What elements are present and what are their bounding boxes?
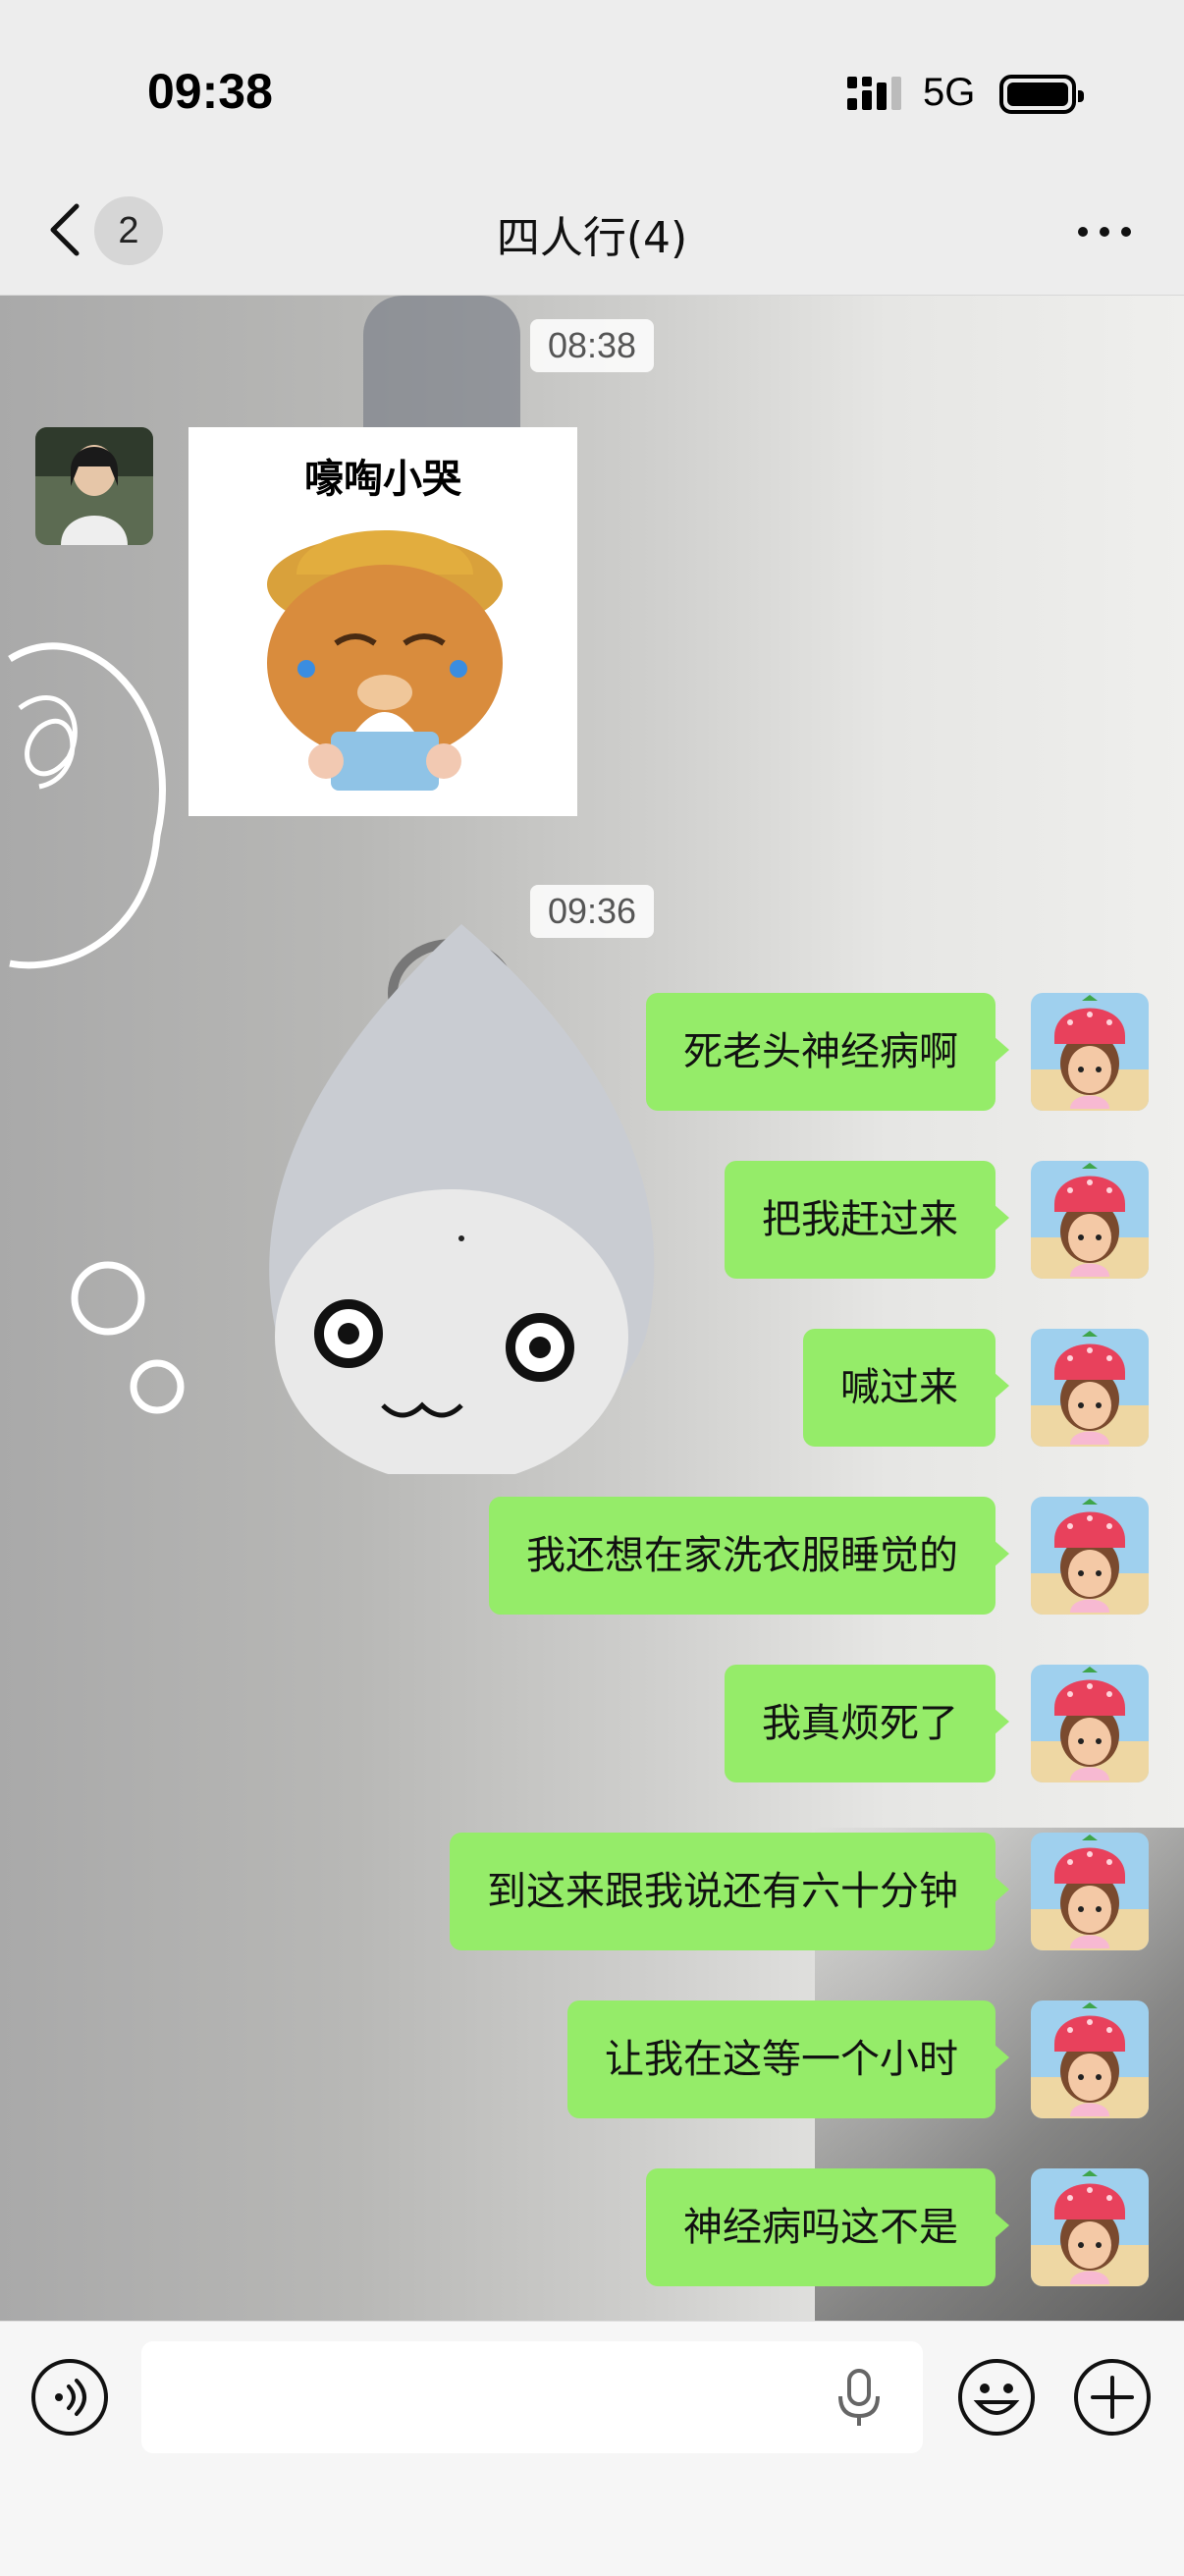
message-bubble[interactable]: 把我赶过来 bbox=[725, 1161, 1009, 1279]
message-timestamp: 09:36 bbox=[0, 885, 1184, 938]
cellular-signal-icon bbox=[847, 77, 901, 110]
more-actions-plus-icon[interactable] bbox=[1072, 2357, 1153, 2438]
message-bubble[interactable]: 我真烦死了 bbox=[725, 1665, 1009, 1782]
microphone-icon[interactable] bbox=[834, 2367, 884, 2430]
input-bar bbox=[0, 2321, 1184, 2576]
crying-cat-sticker-image bbox=[267, 530, 503, 791]
self-avatar[interactable] bbox=[1031, 993, 1149, 1111]
member-avatar[interactable] bbox=[35, 427, 153, 545]
status-bar: 09:38 5G bbox=[0, 0, 1184, 177]
self-avatar[interactable] bbox=[1031, 1329, 1149, 1447]
self-avatar[interactable] bbox=[1031, 1497, 1149, 1615]
more-options-icon[interactable] bbox=[1075, 220, 1134, 244]
chat-title: 四人行(4) bbox=[496, 213, 688, 263]
battery-icon bbox=[999, 75, 1084, 114]
chat-area[interactable]: 08:38 嚎啕小哭 09:36 死老头神经病啊 把我赶过来 喊过来 我还想在家… bbox=[0, 296, 1184, 2321]
network-type: 5G bbox=[923, 71, 976, 114]
self-avatar[interactable] bbox=[1031, 1833, 1149, 1950]
message-bubble[interactable]: 到这来跟我说还有六十分钟 bbox=[450, 1833, 1009, 1950]
voice-input-toggle-icon[interactable] bbox=[29, 2357, 110, 2438]
sticker-message[interactable]: 嚎啕小哭 bbox=[188, 427, 577, 816]
self-avatar[interactable] bbox=[1031, 1665, 1149, 1782]
self-avatar[interactable] bbox=[1031, 2168, 1149, 2286]
status-time: 09:38 bbox=[147, 64, 273, 119]
message-timestamp: 08:38 bbox=[0, 319, 1184, 372]
message-bubble[interactable]: 死老头神经病啊 bbox=[646, 993, 1009, 1111]
message-bubble[interactable]: 神经病吗这不是 bbox=[646, 2168, 1009, 2286]
self-avatar[interactable] bbox=[1031, 1161, 1149, 1279]
chat-background-doodle bbox=[8, 642, 185, 1414]
message-bubble[interactable]: 喊过来 bbox=[803, 1329, 1009, 1447]
message-bubble[interactable]: 我还想在家洗衣服睡觉的 bbox=[489, 1497, 1009, 1615]
timestamp-label: 09:36 bbox=[529, 885, 655, 938]
emoji-icon[interactable] bbox=[956, 2357, 1037, 2438]
message-bubble[interactable]: 让我在这等一个小时 bbox=[567, 2001, 1009, 2118]
message-input[interactable] bbox=[141, 2341, 923, 2453]
timestamp-label: 08:38 bbox=[529, 319, 655, 372]
self-avatar[interactable] bbox=[1031, 2001, 1149, 2118]
